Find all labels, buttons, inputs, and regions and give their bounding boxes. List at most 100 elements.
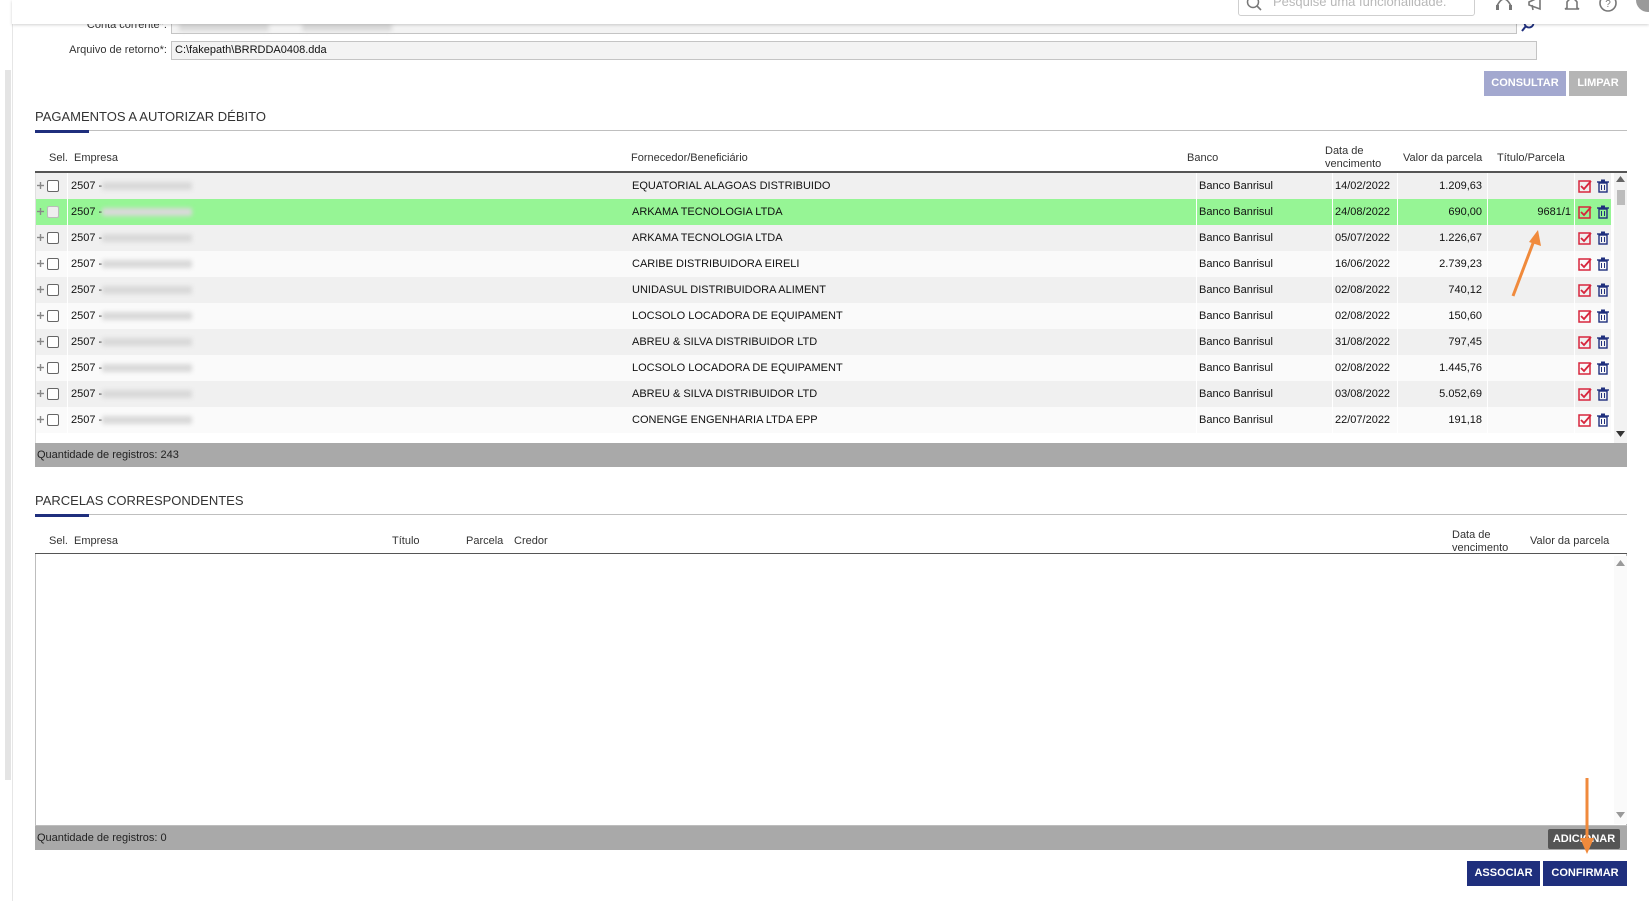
trash-icon[interactable] (1597, 413, 1609, 427)
empresa-name-redacted (102, 208, 192, 216)
help-icon[interactable]: ? (1597, 0, 1619, 14)
col-empresa[interactable]: Empresa (74, 152, 118, 164)
expand-row-icon[interactable] (37, 208, 44, 215)
scroll-up-icon[interactable] (1616, 560, 1625, 566)
authorize-check-icon[interactable] (1578, 231, 1592, 245)
expand-row-icon[interactable] (37, 364, 44, 371)
valor-cell: 191,18 (1448, 414, 1482, 426)
authorize-check-icon[interactable] (1578, 413, 1592, 427)
valor-cell: 2.739,23 (1439, 258, 1482, 270)
col-sel[interactable]: Sel. (49, 535, 68, 547)
pagamentos-scrollbar[interactable] (1614, 173, 1627, 443)
col-credor[interactable]: Credor (514, 535, 548, 547)
table-row[interactable]: 2507 - CONENGE ENGENHARIA LTDA EPP Banco B… (36, 407, 1611, 433)
trash-icon[interactable] (1597, 231, 1609, 245)
table-row[interactable]: 2507 - EQUATORIAL ALAGOAS DISTRIBUIDO Banc… (36, 173, 1611, 199)
col-valor[interactable]: Valor da parcela (1403, 152, 1482, 164)
trash-icon[interactable] (1597, 387, 1609, 401)
trash-icon[interactable] (1597, 179, 1609, 193)
expand-row-icon[interactable] (37, 390, 44, 397)
expand-row-icon[interactable] (37, 338, 44, 345)
authorize-check-icon[interactable] (1578, 309, 1592, 323)
authorize-check-icon[interactable] (1578, 179, 1592, 193)
col-titulo[interactable]: Título (392, 535, 420, 547)
bell-icon[interactable] (1561, 0, 1583, 14)
fornecedor-cell: CARIBE DISTRIBUIDORA EIRELI (632, 258, 800, 270)
col-titulo[interactable]: Título/Parcela (1497, 152, 1565, 164)
authorize-check-icon[interactable] (1578, 361, 1592, 375)
megaphone-icon[interactable] (1526, 0, 1548, 14)
col-fornecedor[interactable]: Fornecedor/Beneficiário (631, 152, 748, 164)
annotation-arrow-up (1511, 230, 1541, 297)
titulo-parcela-cell: 9681/1 (1537, 206, 1571, 218)
col-valor[interactable]: Valor da parcela (1530, 535, 1609, 547)
function-search-box[interactable]: Pesquise uma funcionalidade. (1238, 0, 1475, 16)
empresa-cell: 2507 - (71, 180, 103, 192)
expand-row-icon[interactable] (37, 234, 44, 241)
pagamentos-scroll-thumb[interactable] (1617, 190, 1625, 205)
authorize-check-icon[interactable] (1578, 387, 1592, 401)
col-parcela[interactable]: Parcela (466, 535, 503, 547)
trash-icon[interactable] (1597, 361, 1609, 375)
table-row[interactable]: 2507 - ABREU & SILVA DISTRIBUIDOR LTD Banc… (36, 381, 1611, 407)
vencimento-cell: 24/08/2022 (1335, 206, 1391, 218)
authorize-check-icon[interactable] (1578, 205, 1592, 219)
table-row[interactable]: 2507 - ABREU & SILVA DISTRIBUIDOR LTD Banc… (36, 329, 1611, 355)
expand-row-icon[interactable] (37, 182, 44, 189)
trash-icon[interactable] (1597, 283, 1609, 297)
expand-row-icon[interactable] (37, 416, 44, 423)
scroll-up-icon[interactable] (1616, 176, 1625, 182)
authorize-check-icon[interactable] (1578, 335, 1592, 349)
expand-row-icon[interactable] (37, 312, 44, 319)
empresa-name-redacted (102, 182, 192, 190)
page-scrollbar[interactable] (5, 70, 11, 780)
row-select-checkbox[interactable] (47, 336, 59, 348)
empresa-cell: 2507 - (71, 284, 103, 296)
row-select-checkbox[interactable] (47, 414, 59, 426)
fornecedor-cell: ARKAMA TECNOLOGIA LTDA (632, 206, 783, 218)
authorize-check-icon[interactable] (1578, 283, 1592, 297)
limpar-button[interactable]: LIMPAR (1569, 71, 1627, 96)
row-select-checkbox[interactable] (47, 206, 59, 218)
expand-row-icon[interactable] (37, 286, 44, 293)
trash-icon[interactable] (1597, 257, 1609, 271)
table-row[interactable]: 2507 - UNIDASUL DISTRIBUIDORA ALIMENT Banc… (36, 277, 1611, 303)
parcelas-scrollbar[interactable] (1614, 556, 1627, 824)
row-select-checkbox[interactable] (47, 388, 59, 400)
scroll-down-icon[interactable] (1616, 431, 1625, 437)
col-sel[interactable]: Sel. (49, 152, 68, 164)
empresa-name-redacted (102, 286, 192, 294)
associar-button[interactable]: ASSOCIAR (1467, 861, 1540, 886)
table-row[interactable]: 2507 - ARKAMA TECNOLOGIA LTDA Banco Banris… (36, 225, 1611, 251)
scroll-down-icon[interactable] (1616, 812, 1625, 818)
trash-icon[interactable] (1597, 335, 1609, 349)
row-select-checkbox[interactable] (47, 258, 59, 270)
arquivo-retorno-field[interactable]: C:\fakepath\BRRDDA0408.dda (171, 41, 1537, 60)
row-select-checkbox[interactable] (47, 180, 59, 192)
consultar-button[interactable]: CONSULTAR (1484, 71, 1566, 96)
table-row[interactable]: 2507 - LOCSOLO LOCADORA DE EQUIPAMENT Banc… (36, 355, 1611, 381)
headset-icon[interactable] (1493, 0, 1515, 14)
col-empresa[interactable]: Empresa (74, 535, 118, 547)
col-vencimento-line1[interactable]: Data de (1452, 529, 1491, 541)
row-select-checkbox[interactable] (47, 232, 59, 244)
expand-row-icon[interactable] (37, 260, 44, 267)
valor-cell: 1.226,67 (1439, 232, 1482, 244)
authorize-check-icon[interactable] (1578, 257, 1592, 271)
col-banco[interactable]: Banco (1187, 152, 1218, 164)
banco-cell: Banco Banrisul (1199, 362, 1273, 374)
trash-icon[interactable] (1597, 205, 1609, 219)
row-select-checkbox[interactable] (47, 362, 59, 374)
trash-icon[interactable] (1597, 309, 1609, 323)
table-row[interactable]: 2507 - ARKAMA TECNOLOGIA LTDA Banco Banris… (36, 199, 1611, 225)
row-select-checkbox[interactable] (47, 284, 59, 296)
col-vencimento-line1[interactable]: Data de (1325, 145, 1364, 157)
banco-cell: Banco Banrisul (1199, 258, 1273, 270)
table-row[interactable]: 2507 - CARIBE DISTRIBUIDORA EIRELI Banco B… (36, 251, 1611, 277)
confirmar-button[interactable]: CONFIRMAR (1543, 861, 1627, 886)
row-select-checkbox[interactable] (47, 310, 59, 322)
table-row[interactable]: 2507 - LOCSOLO LOCADORA DE EQUIPAMENT Banc… (36, 303, 1611, 329)
content-border (12, 24, 13, 901)
col-vencimento-line2[interactable]: vencimento (1325, 158, 1381, 170)
user-avatar[interactable] (1634, 0, 1649, 14)
